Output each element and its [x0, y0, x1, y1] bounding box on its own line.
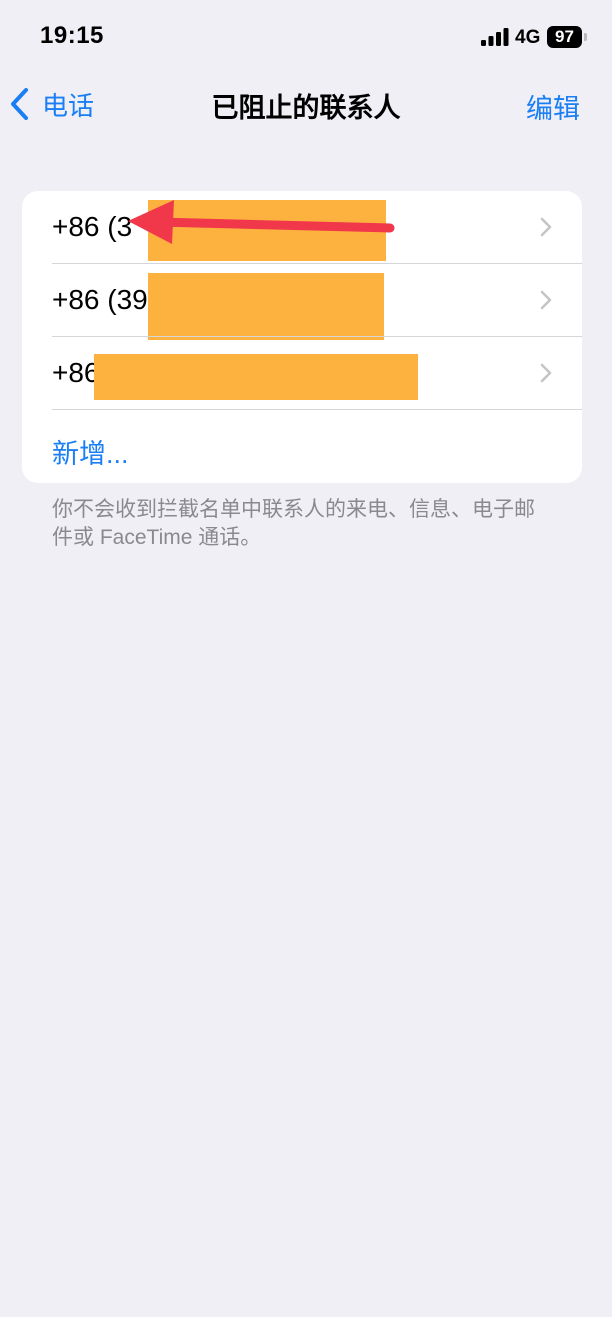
contact-number: +86 (3 — [52, 211, 133, 242]
back-label: 电话 — [42, 90, 95, 121]
blocked-contact-row[interactable]: +86 (3 — [22, 191, 582, 264]
contact-number: +86 — [52, 357, 100, 388]
edit-button[interactable]: 编辑 — [526, 87, 580, 126]
status-time: 19:15 — [40, 22, 104, 49]
battery-icon: 97 — [547, 26, 587, 48]
network-type: 4G — [515, 27, 541, 48]
footer-note: 你不会收到拦截名单中联系人的来电、信息、电子邮件或 FaceTime 通话。 — [52, 498, 535, 549]
add-new-button[interactable]: 新增... — [22, 410, 582, 483]
contact-number: +86 (39 — [52, 284, 148, 315]
navigation-bar: 电话 已阻止的联系人 编辑 — [0, 74, 612, 134]
status-bar: 19:15 4G 97 — [0, 0, 612, 74]
redaction-block — [148, 200, 386, 261]
back-button[interactable]: 电话 — [8, 84, 94, 124]
chevron-left-icon — [11, 88, 28, 120]
blocked-contact-row[interactable]: +86 (39 — [22, 264, 582, 340]
chevron-right-icon — [540, 290, 552, 310]
redaction-block — [94, 354, 418, 400]
redaction-block — [148, 273, 384, 340]
add-new-label: 新增... — [52, 439, 129, 469]
battery-level: 97 — [555, 27, 574, 46]
signal-bars-icon — [481, 28, 509, 46]
chevron-right-icon — [540, 217, 552, 237]
chevron-right-icon — [540, 363, 552, 383]
blocked-contacts-list: +86 (3 +86 (39 +86 新增... — [22, 191, 582, 483]
blocked-contact-row[interactable]: +86 — [22, 337, 582, 410]
